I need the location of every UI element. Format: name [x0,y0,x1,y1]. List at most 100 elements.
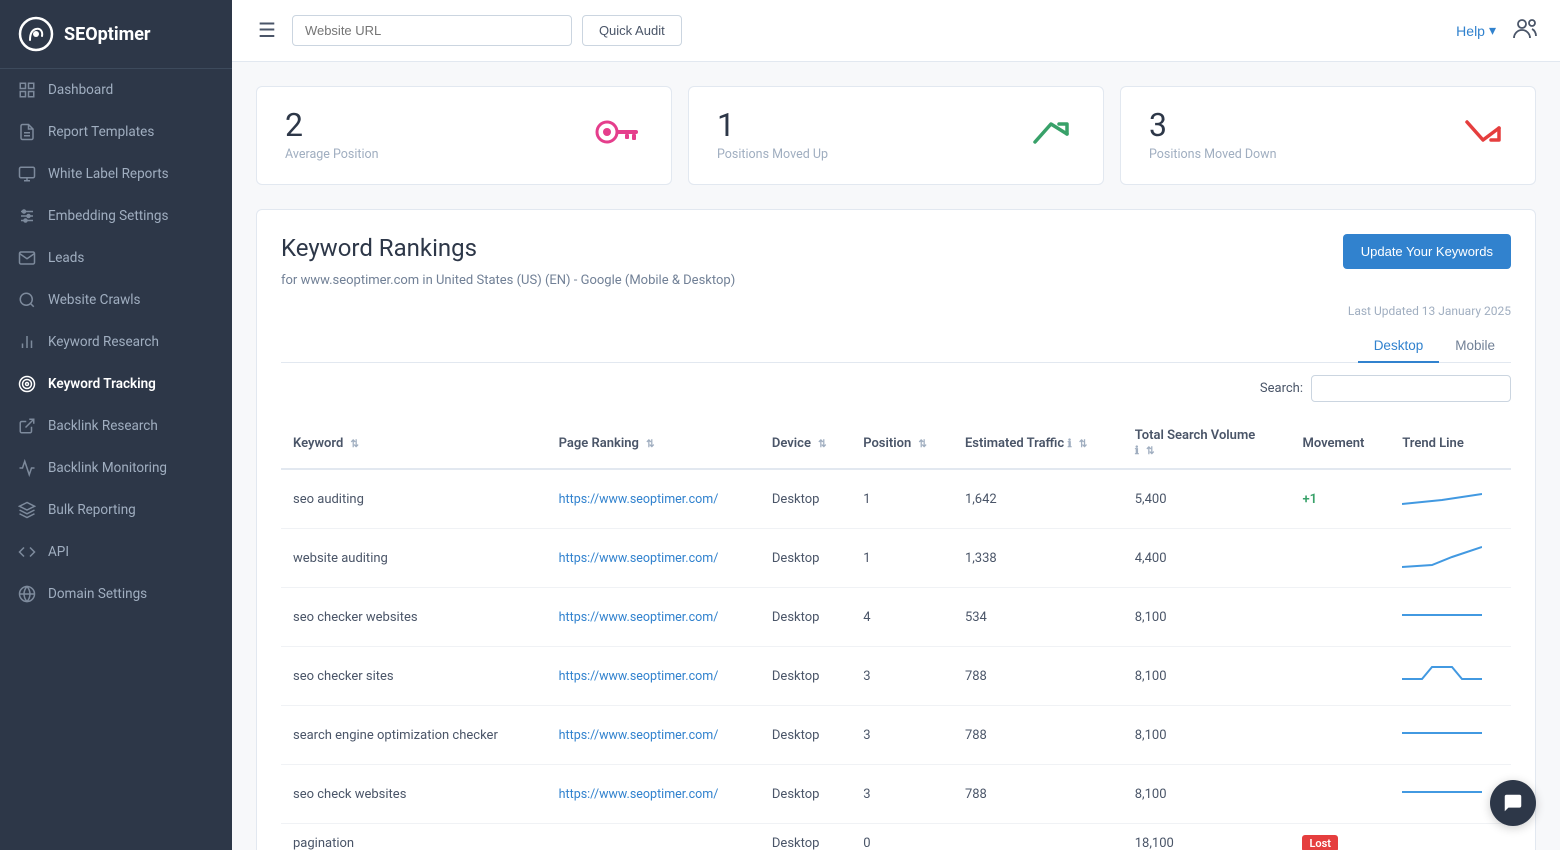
cell-keyword: search engine optimization checker [281,706,547,765]
col-movement[interactable]: Movement [1290,418,1390,469]
cell-position: 4 [851,588,953,647]
activity-icon [18,459,36,477]
user-icon-button[interactable] [1512,14,1540,48]
page-url[interactable]: https://www.seoptimer.com/ [559,669,719,684]
table-row: search engine optimization checker https… [281,706,1511,765]
sidebar-item-keyword-research[interactable]: Keyword Research [0,321,232,363]
sidebar-item-embedding-settings[interactable]: Embedding Settings [0,195,232,237]
cell-trendline [1390,469,1511,529]
sidebar-item-leads[interactable]: Leads [0,237,232,279]
hamburger-button[interactable]: ☰ [252,12,282,49]
cell-movement: Lost [1290,824,1390,850]
tab-desktop[interactable]: Desktop [1358,330,1440,363]
cell-volume: 8,100 [1123,647,1291,706]
cell-device: Desktop [760,706,851,765]
arrow-up-icon [1031,114,1075,157]
cell-keyword: pagination [281,824,547,850]
tab-mobile[interactable]: Mobile [1439,330,1511,363]
sidebar-item-backlink-monitoring[interactable]: Backlink Monitoring [0,447,232,489]
logo-icon [18,16,54,52]
sidebar-item-label: Leads [48,250,84,266]
cell-keyword: seo checker websites [281,588,547,647]
cell-page: https://www.seoptimer.com/ [547,765,760,824]
search-icon [18,291,36,309]
cell-page [547,824,760,850]
cell-page: https://www.seoptimer.com/ [547,588,760,647]
sidebar-item-backlink-research[interactable]: Backlink Research [0,405,232,447]
sort-icon-page: ⇅ [646,439,654,450]
monitor-icon [18,165,36,183]
col-volume[interactable]: Total Search Volume ℹ ⇅ [1123,418,1291,469]
arrow-down-icon [1463,114,1507,157]
cell-position: 3 [851,706,953,765]
table-header-row: Keyword ⇅ Page Ranking ⇅ Device ⇅ Posi [281,418,1511,469]
sidebar-item-label: Backlink Research [48,418,158,434]
cell-traffic: 788 [953,647,1123,706]
cell-keyword: seo check websites [281,765,547,824]
sidebar-item-website-crawls[interactable]: Website Crawls [0,279,232,321]
sidebar-item-domain-settings[interactable]: Domain Settings [0,573,232,615]
sidebar-item-dashboard[interactable]: Dashboard [0,69,232,111]
sidebar-item-label: Domain Settings [48,586,147,602]
sidebar-item-label: Bulk Reporting [48,502,136,518]
movement-positive: +1 [1302,492,1317,507]
bar-chart-icon [18,333,36,351]
cell-movement [1290,588,1390,647]
cell-traffic: 1,642 [953,469,1123,529]
stat-number-positions-down: 3 [1149,109,1276,141]
sidebar-nav: Dashboard Report Templates White Label R… [0,69,232,615]
cell-trendline [1390,824,1511,850]
page-url[interactable]: https://www.seoptimer.com/ [559,610,719,625]
cell-page: https://www.seoptimer.com/ [547,469,760,529]
logo-text: SEOptimer [64,24,151,45]
cell-device: Desktop [760,469,851,529]
cell-volume: 18,100 [1123,824,1291,850]
update-keywords-button[interactable]: Update Your Keywords [1343,234,1511,269]
main-area: ☰ Quick Audit Help ▾ 2 [232,0,1560,850]
stat-label-positions-down: Positions Moved Down [1149,147,1276,162]
cell-movement: +1 [1290,469,1390,529]
table-row: pagination Desktop 0 18,100 Lost [281,824,1511,850]
sidebar-item-keyword-tracking[interactable]: Keyword Tracking [0,363,232,405]
sidebar-item-label: Keyword Research [48,334,159,350]
search-input[interactable] [1311,375,1511,402]
cell-trendline [1390,647,1511,706]
traffic-info-icon: ℹ [1067,437,1071,450]
sidebar-item-label: Backlink Monitoring [48,460,167,476]
col-position[interactable]: Position ⇅ [851,418,953,469]
stat-card-positions-up: 1 Positions Moved Up [688,86,1104,185]
chat-button[interactable] [1490,780,1536,826]
col-keyword[interactable]: Keyword ⇅ [281,418,547,469]
sidebar-item-label: Keyword Tracking [48,376,156,392]
col-device[interactable]: Device ⇅ [760,418,851,469]
sidebar-item-report-templates[interactable]: Report Templates [0,111,232,153]
cell-movement [1290,647,1390,706]
sort-icon-device: ⇅ [818,439,826,450]
page-url[interactable]: https://www.seoptimer.com/ [559,551,719,566]
cell-traffic: 788 [953,765,1123,824]
sidebar-item-api[interactable]: API [0,531,232,573]
col-page-ranking[interactable]: Page Ranking ⇅ [547,418,760,469]
external-link-icon [18,417,36,435]
help-button[interactable]: Help ▾ [1456,22,1496,39]
sidebar-item-white-label-reports[interactable]: White Label Reports [0,153,232,195]
cell-volume: 8,100 [1123,706,1291,765]
volume-info-icon: ℹ [1135,444,1139,457]
sort-icon-keyword: ⇅ [351,439,359,450]
cell-volume: 8,100 [1123,765,1291,824]
url-input[interactable] [292,15,572,46]
rankings-header: Keyword Rankings Update Your Keywords [281,234,1511,269]
page-url[interactable]: https://www.seoptimer.com/ [559,728,719,743]
page-url[interactable]: https://www.seoptimer.com/ [559,787,719,802]
view-tabs: Desktop Mobile [281,330,1511,363]
cell-device: Desktop [760,824,851,850]
grid-icon [18,81,36,99]
col-traffic[interactable]: Estimated Traffic ℹ ⇅ [953,418,1123,469]
col-trendline[interactable]: Trend Line [1390,418,1511,469]
cell-device: Desktop [760,588,851,647]
sidebar-item-label: Embedding Settings [48,208,168,224]
quick-audit-button[interactable]: Quick Audit [582,15,682,46]
sort-icon-traffic: ⇅ [1079,439,1087,450]
sidebar-item-bulk-reporting[interactable]: Bulk Reporting [0,489,232,531]
page-url[interactable]: https://www.seoptimer.com/ [559,492,719,507]
